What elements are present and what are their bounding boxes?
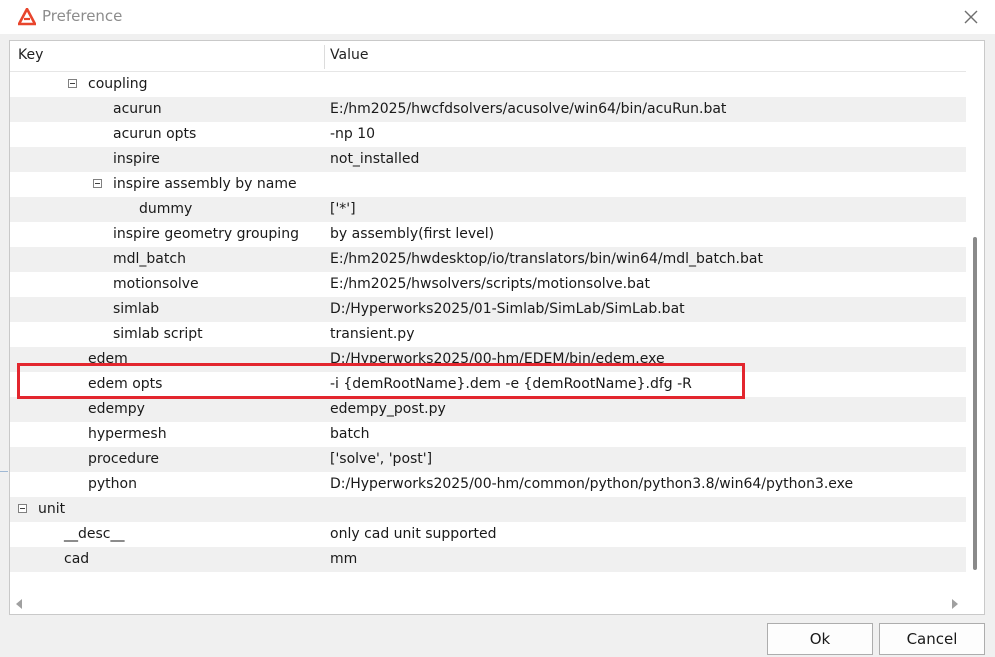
row-value[interactable]: ['*'] [330, 201, 356, 217]
row-value[interactable]: ['solve', 'post'] [330, 451, 432, 467]
close-icon[interactable] [960, 6, 982, 28]
table-row[interactable]: cad mm [10, 547, 966, 572]
row-key: edem opts [88, 376, 163, 392]
title-bar: Preference [0, 0, 995, 34]
table-row[interactable]: inspire assembly by name [10, 172, 966, 197]
row-key: edem [88, 351, 128, 367]
row-key: acurun opts [113, 126, 197, 142]
row-key: edempy [88, 401, 145, 417]
table-row[interactable]: unit [10, 497, 966, 522]
row-key: inspire [113, 151, 160, 167]
table-row[interactable]: acurun opts -np 10 [10, 122, 966, 147]
row-key: cad [64, 551, 90, 567]
table-row[interactable]: simlab D:/Hyperworks2025/01-Simlab/SimLab… [10, 297, 966, 322]
scroll-left-arrow-icon[interactable] [16, 599, 22, 609]
table-row[interactable]: inspire geometry grouping by assembly(fir… [10, 222, 966, 247]
row-value[interactable]: D:/Hyperworks2025/00-hm/EDEM/bin/edem.ex… [330, 351, 665, 367]
row-value[interactable]: E:/hm2025/hwcfdsolvers/acusolve/win64/bi… [330, 101, 726, 117]
ok-button[interactable]: Ok [767, 623, 873, 655]
window-title: Preference [42, 7, 123, 25]
row-value[interactable]: mm [330, 551, 357, 567]
row-key: hypermesh [88, 426, 167, 442]
table-body: coupling acurun E:/hm2025/hwcfdsolvers/acu… [10, 72, 966, 572]
header-separator[interactable] [324, 45, 325, 69]
row-key: inspire assembly by name [113, 176, 297, 192]
row-key: mdl_batch [113, 251, 186, 267]
cancel-button[interactable]: Cancel [879, 623, 985, 655]
collapse-toggle-icon[interactable] [93, 179, 102, 188]
row-value[interactable]: transient.py [330, 326, 414, 342]
row-key: acurun [113, 101, 162, 117]
row-key: dummy [139, 201, 193, 217]
row-key: unit [38, 501, 66, 517]
table-row[interactable]: acurun E:/hm2025/hwcfdsolvers/acusolve/wi… [10, 97, 966, 122]
table-header: Key Value [10, 41, 966, 72]
row-value[interactable]: by assembly(first level) [330, 226, 494, 242]
vertical-scroll-thumb[interactable] [973, 237, 977, 570]
row-value[interactable]: batch [330, 426, 370, 442]
table-row[interactable]: inspire not_installed [10, 147, 966, 172]
collapse-toggle-icon[interactable] [18, 504, 27, 513]
scroll-right-arrow-icon[interactable] [952, 599, 958, 609]
table-row[interactable]: procedure ['solve', 'post'] [10, 447, 966, 472]
row-key: simlab [113, 301, 160, 317]
row-key: coupling [88, 76, 148, 92]
table-row[interactable]: coupling [10, 72, 966, 97]
row-key: motionsolve [113, 276, 199, 292]
preference-tree-table[interactable]: Key Value coupling acurun E:/hm2025/hwcfds… [9, 40, 985, 615]
table-row[interactable]: python D:/Hyperworks2025/00-hm/common/pyt… [10, 472, 966, 497]
table-row[interactable]: edem opts -i {demRootName}.dem -e {demRoo… [10, 372, 966, 397]
horizontal-scrollbar[interactable] [10, 593, 966, 614]
row-value[interactable]: -i {demRootName}.dem -e {demRootName}.df… [330, 376, 692, 392]
row-value[interactable]: E:/hm2025/hwdesktop/io/translators/bin/w… [330, 251, 763, 267]
row-value[interactable]: -np 10 [330, 126, 375, 142]
row-value[interactable]: edempy_post.py [330, 401, 446, 417]
row-value[interactable]: only cad unit supported [330, 526, 497, 542]
preference-dialog: Preference Key Value coupling acurun E:/hm… [0, 0, 995, 657]
table-row[interactable]: edempy edempy_post.py [10, 397, 966, 422]
header-value[interactable]: Value [330, 47, 368, 63]
table-row[interactable]: hypermesh batch [10, 422, 966, 447]
table-row[interactable]: motionsolve E:/hm2025/hwsolvers/scripts/m… [10, 272, 966, 297]
row-key: python [88, 476, 137, 492]
row-key: __desc__ [64, 526, 125, 542]
table-row[interactable]: __desc__ only cad unit supported [10, 522, 966, 547]
row-value[interactable]: E:/hm2025/hwsolvers/scripts/motionsolve.… [330, 276, 650, 292]
table-row[interactable]: simlab script transient.py [10, 322, 966, 347]
edge-mark [0, 471, 8, 472]
row-value[interactable]: not_installed [330, 151, 419, 167]
table-row[interactable]: edem D:/Hyperworks2025/00-hm/EDEM/bin/ede… [10, 347, 966, 372]
row-key: simlab script [113, 326, 203, 342]
header-key[interactable]: Key [18, 47, 43, 63]
table-row[interactable]: dummy ['*'] [10, 197, 966, 222]
row-value[interactable]: D:/Hyperworks2025/01-Simlab/SimLab/SimLa… [330, 301, 685, 317]
row-value[interactable]: D:/Hyperworks2025/00-hm/common/python/py… [330, 476, 853, 492]
table-row[interactable]: mdl_batch E:/hm2025/hwdesktop/io/translat… [10, 247, 966, 272]
collapse-toggle-icon[interactable] [68, 79, 77, 88]
row-key: inspire geometry grouping [113, 226, 299, 242]
vertical-scrollbar[interactable] [966, 41, 984, 597]
altair-logo-icon [18, 8, 36, 26]
row-key: procedure [88, 451, 160, 467]
